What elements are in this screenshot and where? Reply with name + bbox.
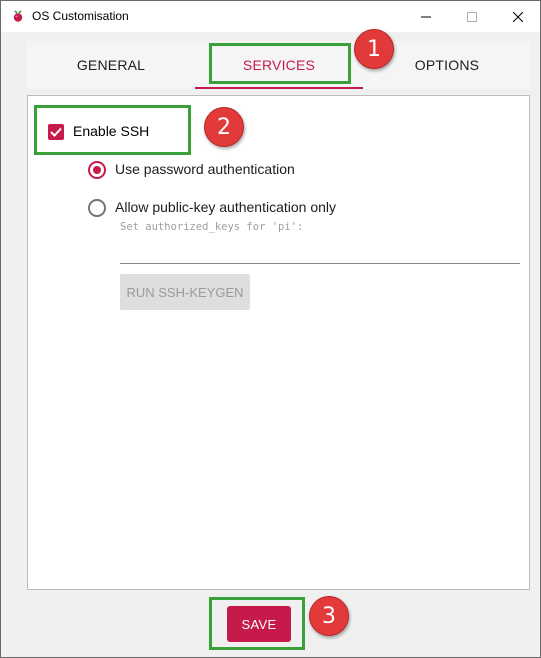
active-tab-indicator	[195, 87, 363, 89]
public-key-auth-radio[interactable]	[88, 199, 106, 217]
maximize-icon[interactable]	[449, 1, 495, 32]
password-auth-label[interactable]: Use password authentication	[115, 161, 295, 177]
password-auth-radio[interactable]	[88, 161, 106, 179]
services-panel: Enable SSH Use password authentication A…	[27, 95, 530, 590]
services-tab-highlight	[209, 43, 351, 84]
title-bar: OS Customisation	[1, 1, 540, 32]
run-ssh-keygen-button[interactable]: RUN SSH-KEYGEN	[120, 274, 250, 310]
step-badge-2: 2	[204, 107, 244, 147]
authorized-keys-input[interactable]	[120, 236, 520, 264]
step-badge-3: 3	[309, 596, 349, 636]
raspberry-icon	[11, 9, 25, 23]
minimize-icon[interactable]	[403, 1, 449, 32]
tab-general[interactable]: GENERAL	[27, 41, 195, 89]
enable-ssh-highlight	[34, 105, 191, 155]
authorized-keys-label: Set authorized_keys for 'pi':	[120, 221, 304, 233]
close-icon[interactable]	[495, 1, 541, 32]
window-title: OS Customisation	[32, 9, 129, 23]
save-button-highlight	[209, 597, 305, 650]
public-key-auth-label[interactable]: Allow public-key authentication only	[115, 199, 336, 215]
step-badge-1: 1	[354, 29, 394, 69]
os-customisation-window: OS Customisation GENERAL SERVICES OPTION…	[0, 0, 541, 658]
